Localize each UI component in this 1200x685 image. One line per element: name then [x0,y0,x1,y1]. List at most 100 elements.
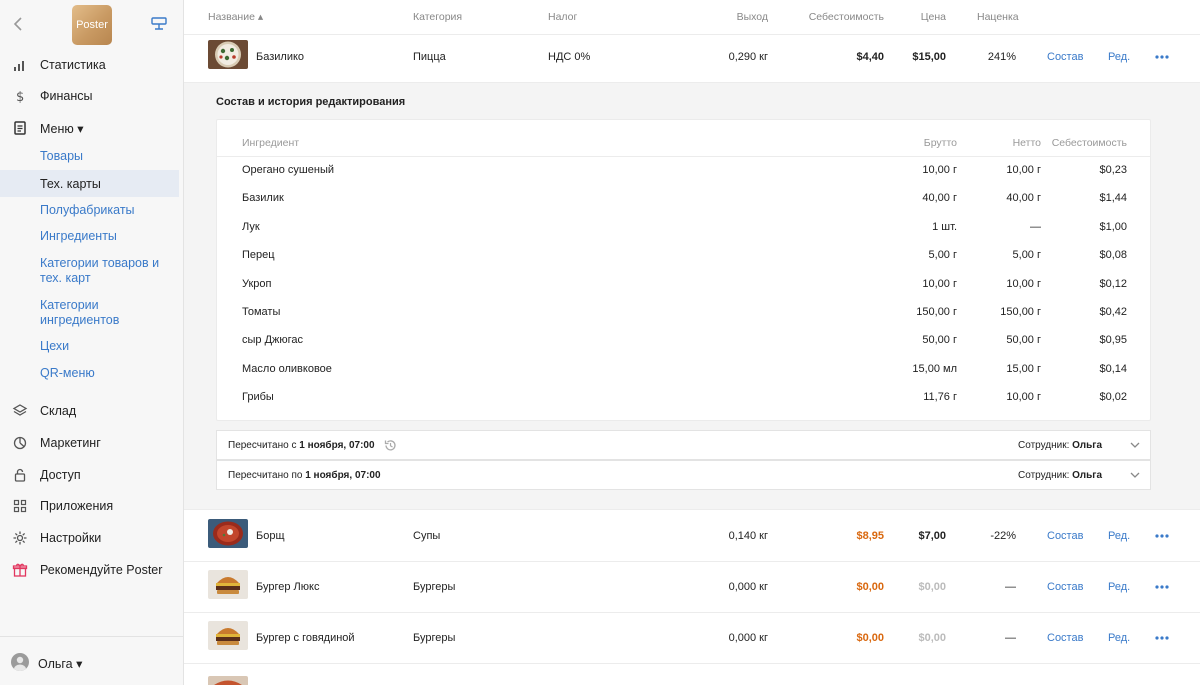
chevron-down-icon[interactable] [1130,471,1140,479]
more-dots-icon[interactable] [1154,584,1170,590]
product-yield: 0,000 кг [728,632,768,644]
product-cost: $0,00 [856,581,884,593]
grid-icon [13,499,27,513]
edit-link[interactable]: Ред. [1108,632,1130,644]
gift-icon [12,563,28,577]
ingredient-net: 15,00 г [1006,362,1041,375]
product-markup: -22% [990,530,1016,542]
submenu-item-product-categories[interactable]: Категории товаров и тех. карт [40,256,180,286]
col-header-tax[interactable]: Налог [548,11,577,23]
ingredient-net: 5,00 г [1012,249,1041,262]
history-entry[interactable]: Пересчитано по 1 ноября, 07:00 Сотрудник… [216,460,1151,490]
col-header-category[interactable]: Категория [413,11,462,23]
sidebar-item-finance[interactable]: $ Финансы [0,85,183,107]
sidebar-header: Poster [0,0,183,48]
submenu-item-ingredients[interactable]: Ингредиенты [40,229,180,244]
ingredient-row: Лук 1 шт. — $1,00 [217,214,1150,242]
col-header-price[interactable]: Цена [884,11,946,23]
product-name: Базилико [256,51,305,63]
ingredient-name: сыр Джюгас [242,334,304,347]
ingredients-card: Ингредиент Брутто Нетто Себестоимость Ор… [216,119,1151,421]
document-icon [14,121,26,135]
table-row[interactable]: Бургер с говядиной Бургеры 0,000 кг $0,0… [184,613,1200,664]
more-dots-icon[interactable] [1154,54,1170,60]
sidebar-item-settings[interactable]: Настройки [0,527,183,549]
table-row[interactable]: Бургер Люкс Бургеры 0,000 кг $0,00 $0,00… [184,562,1200,613]
table-row[interactable]: Борщ Супы 0,140 кг $8,95 $7,00 -22% Сост… [184,511,1200,562]
ingredient-row: Базилик 40,00 г 40,00 г $1,44 [217,185,1150,213]
table-row[interactable]: Базилико Пицца НДС 0% 0,290 кг $4,40 $15… [184,32,1200,83]
product-thumbnail [208,621,248,650]
user-menu[interactable]: Ольга ▾ [0,636,183,685]
col-header-markup[interactable]: Наценка [977,11,1019,23]
product-thumbnail-partial [208,676,248,685]
ingredient-name: Масло оливковое [242,362,332,375]
ingredient-cost: $0,08 [1099,249,1127,262]
ingredient-name: Томаты [242,306,281,318]
edit-link[interactable]: Ред. [1108,51,1130,63]
ingredient-cost: $0,42 [1099,306,1127,318]
composition-link[interactable]: Состав [1047,51,1083,63]
product-markup: — [1005,581,1016,593]
pos-terminal-icon[interactable] [150,16,168,32]
composition-link[interactable]: Состав [1047,632,1083,644]
product-name: Борщ [256,530,285,542]
table-header: Название ▴ Категория Налог Выход Себесто… [184,0,1200,35]
composition-link[interactable]: Состав [1047,581,1083,593]
history-employee: Сотрудник: Ольга [1018,470,1103,481]
product-category: Бургеры [413,632,456,644]
history-clock-icon[interactable] [383,438,398,453]
poster-logo[interactable]: Poster [72,5,112,45]
edit-link[interactable]: Ред. [1108,530,1130,542]
ingredient-net: — [1030,220,1041,233]
ingredient-cost: $1,44 [1099,192,1127,205]
sidebar-item-menu[interactable]: Меню ▾ [0,117,183,139]
ingredient-net: 10,00 г [1006,391,1041,404]
sidebar-item-recommend[interactable]: Рекомендуйте Poster [0,559,183,581]
user-silhouette-icon [14,656,26,671]
more-dots-icon[interactable] [1154,533,1170,539]
submenu-item-products[interactable]: Товары [40,149,180,164]
ingredient-cost: $0,95 [1099,334,1127,347]
product-name: Бургер Люкс [256,581,320,593]
back-chevron-icon[interactable] [12,16,26,32]
sidebar-item-access[interactable]: Доступ [0,464,183,486]
ingredient-cost: $0,14 [1099,362,1127,375]
history-text: Пересчитано с 1 ноября, 07:00 [228,440,375,451]
pizza-image [208,40,248,69]
product-price: $7,00 [918,530,946,542]
sidebar-item-marketing[interactable]: Маркетинг [0,432,183,454]
submenu-item-tech-cards[interactable]: Тех. карты [40,177,180,192]
more-dots-icon[interactable] [1154,635,1170,641]
sidebar-item-apps[interactable]: Приложения [0,495,183,517]
ingredient-row: Орегано сушеный 10,00 г 10,00 г $0,23 [217,157,1150,185]
ing-header-cost: Себестоимость [1051,137,1127,149]
composition-link[interactable]: Состав [1047,530,1083,542]
col-header-name[interactable]: Название ▴ [208,11,263,23]
col-header-yield[interactable]: Выход [684,11,768,23]
sidebar-item-statistics[interactable]: Статистика [0,54,183,76]
chevron-down-icon[interactable] [1130,441,1140,449]
sidebar-item-warehouse[interactable]: Склад [0,400,183,422]
edit-link[interactable]: Ред. [1108,581,1130,593]
food-image-partial [208,676,248,685]
burger-image [208,570,248,599]
submenu-item-semi-finished[interactable]: Полуфабрикаты [40,203,180,218]
sidebar: Poster Статистика $ Финансы Меню ▾ Товар… [0,0,184,685]
ingredient-name: Лук [242,220,260,233]
submenu-item-ingredient-categories[interactable]: Категории ингредиентов [40,298,180,328]
history-entry[interactable]: Пересчитано с 1 ноября, 07:00 Сотрудник:… [216,430,1151,460]
submenu-item-workshops[interactable]: Цехи [40,339,180,354]
ingredient-row: Укроп 10,00 г 10,00 г $0,12 [217,271,1150,299]
ingredient-net: 10,00 г [1006,164,1041,176]
product-markup: — [1005,632,1016,644]
ing-header-net: Нетто [1012,137,1041,149]
ingredient-row: сыр Джюгас 50,00 г 50,00 г $0,95 [217,327,1150,355]
main-content: Название ▴ Категория Налог Выход Себесто… [184,0,1200,685]
ingredient-net: 10,00 г [1006,277,1041,290]
submenu-item-qr-menu[interactable]: QR-меню [40,366,180,381]
avatar [11,653,29,671]
product-tax: НДС 0% [548,51,591,63]
lock-icon [14,468,26,482]
col-header-cost[interactable]: Себестоимость [784,11,884,23]
